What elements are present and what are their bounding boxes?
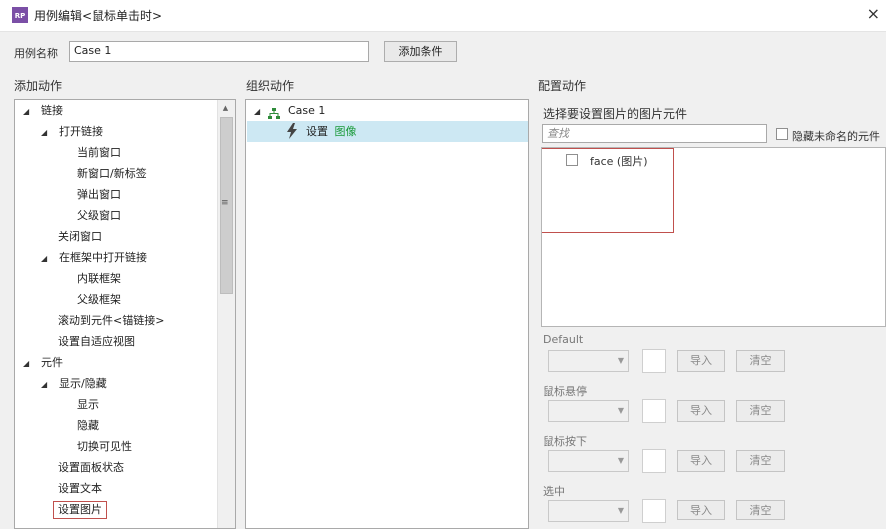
case-node-label: Case 1 [288,104,326,117]
selected-import-button[interactable]: 导入 [677,500,725,520]
chevron-down-icon: ▼ [617,506,624,515]
tree-item-show[interactable]: 显示 [77,394,99,415]
state-label-selected: 选中 [543,485,565,498]
face-widget-label[interactable]: face (图片) [590,153,648,169]
action-prefix: 设置 [306,125,328,138]
title-bar: RP 用例编辑<鼠标单击时> × [0,0,886,32]
hover-import-button[interactable]: 导入 [677,400,725,422]
tree-scrollbar[interactable]: ▲ ≡ [217,100,235,528]
tree-item-open-in-frame[interactable]: ◢ 在框架中打开链接 [37,247,147,268]
tree-item-open-link[interactable]: ◢ 打开链接 [37,121,103,142]
tree-item-inline-frame[interactable]: 内联框架 [77,268,121,289]
default-clear-button[interactable]: 清空 [736,350,785,372]
case-node[interactable]: ◢ Case 1 [250,100,325,121]
tree-item-label: 元件 [41,356,63,369]
app-icon: RP [12,7,28,23]
collapse-arrow-icon: ◢ [254,107,261,116]
tree-item-label: 在框架中打开链接 [59,251,147,264]
window-title: 用例编辑<鼠标单击时> [34,9,163,23]
close-icon[interactable]: × [867,4,880,23]
selected-clear-button[interactable]: 清空 [736,500,785,520]
tree-item-current-window[interactable]: 当前窗口 [77,142,121,163]
tree-item-label: 链接 [41,104,63,117]
action-target: 图像 [334,125,357,138]
state-label-hover: 鼠标悬停 [543,385,587,398]
add-actions-tree: ◢ 链接 ◢ 打开链接 当前窗口 新窗口/新标签 弹出窗口 父级窗口 关闭窗口 ◢ 在… [14,99,236,529]
configure-actions-heading: 配置动作 [538,79,587,93]
grip-icon: ≡ [221,198,229,208]
add-actions-heading: 添加动作 [14,79,63,93]
search-input[interactable]: 查找 [542,124,767,143]
tree-item-set-image[interactable]: 设置图片 [53,501,107,519]
default-import-button[interactable]: 导入 [677,350,725,372]
tree-item-scroll-to-widget[interactable]: 滚动到元件<锚链接> [58,310,164,331]
tree-item-hide[interactable]: 隐藏 [77,415,99,436]
collapse-arrow-icon: ◢ [23,107,30,116]
hover-clear-button[interactable]: 清空 [736,400,785,422]
widget-list-panel: face (图片) [541,147,886,327]
organize-actions-heading: 组织动作 [246,79,295,93]
collapse-arrow-icon: ◢ [41,128,48,137]
hide-unnamed-label: 隐藏未命名的元件 [792,130,880,143]
tree-item-links[interactable]: ◢ 链接 [19,100,63,121]
organize-actions-panel: ◢ Case 1 设置 图像 [245,99,529,529]
default-dropdown[interactable]: ▼ [548,350,629,372]
collapse-arrow-icon: ◢ [41,380,48,389]
face-checkbox[interactable] [566,154,578,166]
collapse-arrow-icon: ◢ [23,359,30,368]
state-label-mousedown: 鼠标按下 [543,435,587,448]
hover-image-preview [642,399,666,423]
scroll-up-icon[interactable]: ▲ [220,102,231,114]
tree-item-close-window[interactable]: 关闭窗口 [58,226,102,247]
mousedown-clear-button[interactable]: 清空 [736,450,785,472]
tree-item-new-window[interactable]: 新窗口/新标签 [77,163,147,184]
tree-item-show-hide[interactable]: ◢ 显示/隐藏 [37,373,107,394]
tree-item-parent-frame[interactable]: 父级框架 [77,289,121,310]
tree-item-set-adaptive-view[interactable]: 设置自适应视图 [58,331,135,352]
collapse-arrow-icon: ◢ [41,254,48,263]
tree-item-widgets[interactable]: ◢ 元件 [19,352,63,373]
chevron-down-icon: ▼ [617,456,624,465]
lightning-icon [286,123,298,139]
tree-item-parent-window[interactable]: 父级窗口 [77,205,121,226]
case-name-label: 用例名称 [14,47,58,60]
tree-item-popup-window[interactable]: 弹出窗口 [77,184,121,205]
selected-dropdown[interactable]: ▼ [548,500,629,522]
mousedown-image-preview [642,449,666,473]
selected-image-preview [642,499,666,523]
mousedown-import-button[interactable]: 导入 [677,450,725,472]
state-label-default: Default [543,333,584,346]
chevron-down-icon: ▼ [617,406,624,415]
mousedown-dropdown[interactable]: ▼ [548,450,629,472]
chevron-down-icon: ▼ [617,356,624,365]
action-node-set-image[interactable]: 设置 图像 [286,121,357,142]
tree-item-label: 显示/隐藏 [59,377,107,390]
hover-dropdown[interactable]: ▼ [548,400,629,422]
default-image-preview [642,349,666,373]
case-flow-icon [268,105,280,119]
hide-unnamed-checkbox[interactable] [776,128,788,140]
tree-item-toggle-visibility[interactable]: 切换可见性 [77,436,132,457]
select-widget-label: 选择要设置图片的图片元件 [543,107,688,121]
tree-item-set-text[interactable]: 设置文本 [58,478,102,499]
tree-item-set-panel-state[interactable]: 设置面板状态 [58,457,124,478]
add-condition-button[interactable]: 添加条件 [384,41,457,62]
case-name-input[interactable]: Case 1 [69,41,369,62]
tree-item-label: 打开链接 [59,125,103,138]
